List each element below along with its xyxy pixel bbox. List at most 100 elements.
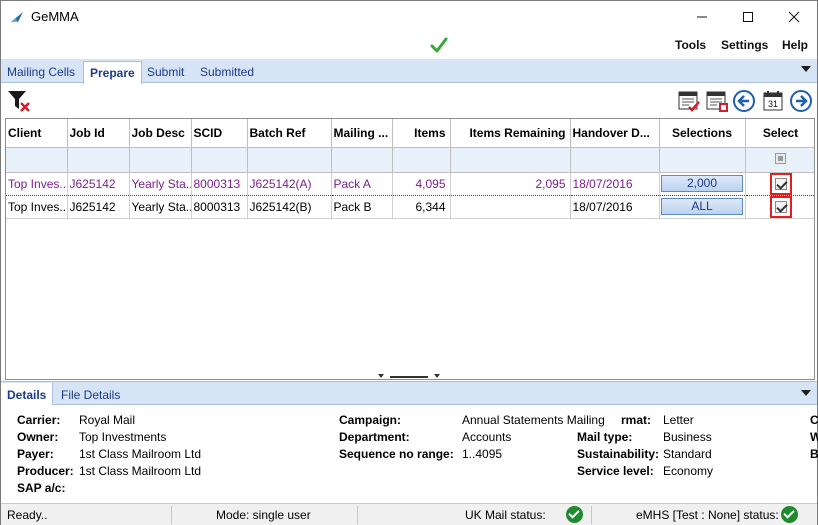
cut-label-w: W <box>810 430 818 444</box>
col-header-items[interactable]: Items <box>392 119 451 148</box>
select-highlight <box>769 195 792 217</box>
cell-job-desc: Yearly Sta... <box>129 171 192 196</box>
filter-cell[interactable] <box>247 147 332 173</box>
carrier-value: Royal Mail <box>79 413 136 427</box>
cell-scid: 8000313 <box>191 171 248 196</box>
col-header-job-id[interactable]: Job Id <box>67 119 130 148</box>
col-header-selections[interactable]: Selections <box>659 119 746 148</box>
col-header-batch-ref[interactable]: Batch Ref <box>247 119 332 148</box>
filter-cell[interactable] <box>450 147 571 173</box>
maximize-icon <box>743 11 753 22</box>
splitter-handle-icon[interactable] <box>376 373 442 381</box>
minimize-icon <box>697 16 707 17</box>
sequence-range-label: Sequence no range: <box>339 447 454 461</box>
col-header-job-desc[interactable]: Job Desc <box>129 119 192 148</box>
cut-label-c: C <box>810 413 818 427</box>
col-header-client[interactable]: Client <box>6 119 68 148</box>
grid-header-row: Client Job Id Job Desc SCID Batch Ref Ma… <box>6 119 814 148</box>
tab-file-details[interactable]: File Details <box>55 383 126 405</box>
cell-job-id: J625142 <box>67 195 130 219</box>
col-header-mailing[interactable]: Mailing ... <box>331 119 393 148</box>
app-window: GeMMA Tools Settings Help Mailing Cells … <box>0 0 818 525</box>
filter-cell[interactable] <box>191 147 248 173</box>
menu-settings[interactable]: Settings <box>721 38 768 52</box>
table-row[interactable]: Top Inves... J625142 Yearly Sta... 80003… <box>6 195 814 219</box>
menu-tools[interactable]: Tools <box>675 38 706 52</box>
filter-cell[interactable] <box>570 147 660 173</box>
filter-cell[interactable] <box>659 147 746 173</box>
window-title: GeMMA <box>31 9 79 24</box>
status-mode: Mode: single user <box>216 508 311 522</box>
tab-submitted[interactable]: Submitted <box>194 61 260 83</box>
gemma-logo-icon <box>9 9 25 25</box>
tab-details[interactable]: Details <box>1 383 54 405</box>
cell-handover-date: 18/07/2016 <box>570 171 660 196</box>
tab-mailing-cells[interactable]: Mailing Cells <box>1 61 81 83</box>
format-label: rmat: <box>621 413 652 427</box>
cell-items-remaining <box>450 195 571 219</box>
status-bar: Ready.. Mode: single user UK Mail status… <box>1 503 817 525</box>
col-header-select[interactable]: Select <box>745 119 814 148</box>
arrow-right-icon[interactable] <box>789 89 813 113</box>
clear-filter-icon[interactable] <box>7 89 31 113</box>
cell-job-id: J625142 <box>67 171 130 196</box>
filter-cell[interactable] <box>331 147 393 173</box>
cell-job-desc: Yearly Sta... <box>129 195 192 219</box>
service-level-label: Service level: <box>577 464 654 478</box>
col-header-items-remaining[interactable]: Items Remaining <box>450 119 571 148</box>
tab-submit[interactable]: Submit <box>141 61 190 83</box>
table-row[interactable]: Top Inves... J625142 Yearly Sta... 80003… <box>6 171 814 196</box>
sustainability-value: Standard <box>663 447 712 461</box>
cell-handover-date: 18/07/2016 <box>570 195 660 219</box>
details-tab-bar: Details File Details <box>1 381 817 405</box>
calendar-date-icon[interactable]: 31 <box>761 89 785 113</box>
col-header-scid[interactable]: SCID <box>191 119 248 148</box>
selections-button[interactable]: 2,000 <box>661 175 743 192</box>
minimize-button[interactable] <box>679 1 725 32</box>
menu-help[interactable]: Help <box>782 38 808 52</box>
details-dropdown-arrow-icon[interactable] <box>801 390 811 396</box>
filter-cell[interactable] <box>6 147 68 173</box>
title-bar: GeMMA <box>1 1 817 32</box>
close-button[interactable] <box>771 1 817 32</box>
row-select-checkbox[interactable] <box>774 201 787 214</box>
cell-client: Top Inves... <box>6 195 68 219</box>
cell-items-remaining: 2,095 <box>450 171 571 196</box>
filter-cell[interactable] <box>67 147 130 173</box>
owner-label: Owner: <box>17 430 59 444</box>
mail-type-label: Mail type: <box>577 430 633 444</box>
producer-value: 1st Class Mailroom Ltd <box>79 464 202 478</box>
filter-cell[interactable] <box>392 147 451 173</box>
selections-button[interactable]: ALL <box>661 198 743 215</box>
format-value: Letter <box>663 413 694 427</box>
tab-prepare[interactable]: Prepare <box>83 61 142 84</box>
select-all-checkbox[interactable] <box>775 152 786 164</box>
col-header-handover-date[interactable]: Handover D... <box>570 119 660 148</box>
payer-value: 1st Class Mailroom Ltd <box>79 447 202 461</box>
status-uk-mail: UK Mail status: <box>465 508 546 522</box>
sustainability-label: Sustainability: <box>577 447 660 461</box>
cell-batch-ref: J625142(A) <box>247 171 332 196</box>
calendar-check-icon[interactable] <box>677 89 701 113</box>
close-icon <box>788 11 800 22</box>
maximize-button[interactable] <box>725 1 771 32</box>
status-separator <box>591 506 592 524</box>
tab-dropdown-arrow-icon[interactable] <box>801 66 811 72</box>
row-select-checkbox[interactable] <box>774 178 787 191</box>
calendar-uncheck-icon[interactable] <box>705 89 729 113</box>
payer-label: Payer: <box>17 447 54 461</box>
status-emhs: eMHS [Test : None] status: <box>636 508 779 522</box>
service-level-value: Economy <box>663 464 714 478</box>
filter-cell[interactable] <box>129 147 192 173</box>
uk-mail-ok-icon <box>566 506 583 523</box>
toolbar: 31 <box>1 84 817 117</box>
mail-type-value: Business <box>663 430 712 444</box>
cell-select <box>745 195 814 219</box>
svg-text:31: 31 <box>768 99 778 109</box>
cell-mailing: Pack B <box>331 195 393 219</box>
producer-label: Producer: <box>17 464 74 478</box>
sap-label: SAP a/c: <box>17 481 66 495</box>
arrow-left-icon[interactable] <box>732 89 756 113</box>
status-ready: Ready.. <box>7 508 48 522</box>
select-highlight <box>769 173 792 194</box>
